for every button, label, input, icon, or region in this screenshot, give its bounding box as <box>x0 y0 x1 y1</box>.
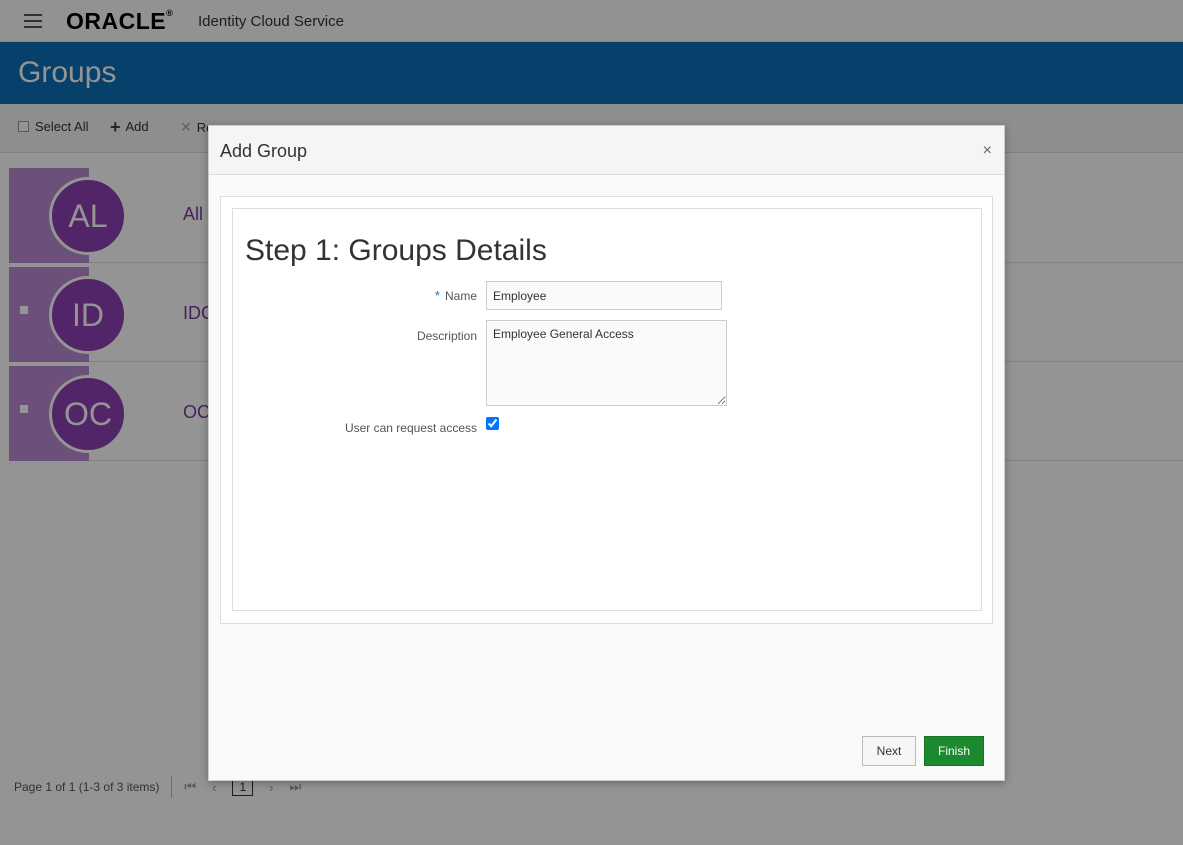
required-marker: * <box>434 288 440 303</box>
step-title: Step 1: Groups Details <box>245 234 547 267</box>
name-label: * Name <box>434 288 477 303</box>
step-panel: Step 1: Groups Details *Name Description… <box>232 208 982 611</box>
request-access-checkbox[interactable] <box>486 417 499 430</box>
finish-button[interactable]: Finish <box>924 736 984 766</box>
dialog-header: Add Group × <box>209 126 1004 175</box>
dialog-title: Add Group <box>220 141 308 161</box>
add-group-dialog: Add Group × Step 1: Groups Details * Name… <box>208 125 1005 781</box>
close-icon[interactable]: × <box>983 142 992 160</box>
dialog-body: Step 1: Groups Details *Name Description… <box>220 196 993 624</box>
name-field[interactable] <box>486 281 722 310</box>
description-label: Description <box>416 329 477 343</box>
request-access-label: User can request access <box>344 421 477 435</box>
next-button[interactable]: Next <box>862 736 916 766</box>
description-field[interactable]: Employee General Access <box>486 320 727 406</box>
